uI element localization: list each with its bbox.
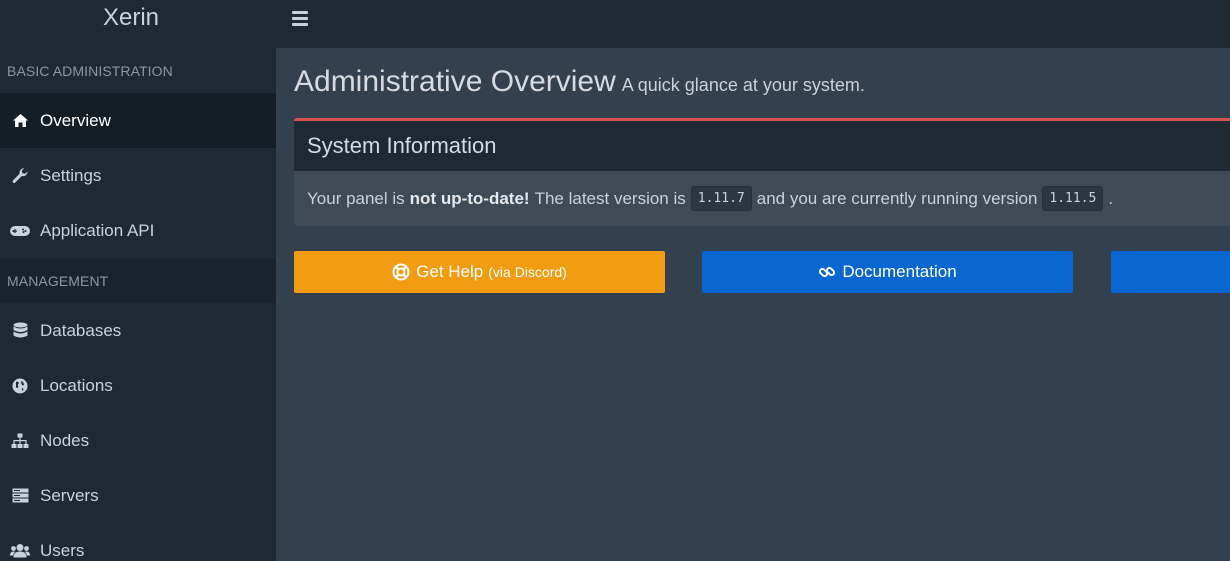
- link-icon: [818, 263, 836, 281]
- box-title: System Information: [294, 121, 1230, 171]
- sidebar-section-management: MANAGEMENT: [0, 258, 276, 303]
- page-title: Administrative Overview: [294, 65, 616, 98]
- sidebar-item-label: Nodes: [40, 430, 90, 450]
- status-text-prefix: Your panel is: [307, 188, 405, 208]
- documentation-button[interactable]: Documentation: [702, 251, 1073, 293]
- version-status-text: Your panel is not up-to-date! The latest…: [294, 171, 1230, 226]
- status-warning: not up-to-date!: [409, 188, 530, 208]
- sidebar-item-servers[interactable]: Servers: [0, 468, 276, 523]
- main-content: Administrative Overview A quick glance a…: [276, 48, 1230, 561]
- gamepad-icon: [9, 222, 31, 240]
- sidebar-item-nodes[interactable]: Nodes: [0, 413, 276, 468]
- status-text-middle: The latest version is: [534, 188, 686, 208]
- top-navbar: Xerin: [0, 0, 1230, 48]
- get-help-button[interactable]: Get Help (via Discord): [294, 251, 665, 293]
- sidebar-item-label: Servers: [40, 485, 99, 505]
- get-help-label: Get Help: [416, 262, 484, 281]
- latest-version-badge: 1.11.7: [690, 186, 752, 211]
- users-icon: [9, 542, 31, 560]
- get-help-sublabel: (via Discord): [488, 264, 567, 280]
- menu-toggle-icon[interactable]: [292, 8, 312, 28]
- sidebar-item-overview[interactable]: Overview: [0, 93, 276, 148]
- sidebar-section-basic-administration: BASIC ADMINISTRATION: [0, 48, 276, 93]
- github-button[interactable]: [1111, 251, 1230, 293]
- documentation-label: Documentation: [842, 262, 957, 281]
- sidebar: BASIC ADMINISTRATION Overview Settings A…: [0, 48, 276, 561]
- status-text-after: and you are currently running version: [756, 188, 1038, 208]
- sidebar-item-label: Users: [40, 540, 85, 560]
- sidebar-item-label: Locations: [40, 375, 113, 395]
- database-icon: [9, 322, 31, 340]
- page-header: Administrative Overview A quick glance a…: [294, 65, 865, 99]
- sidebar-item-settings[interactable]: Settings: [0, 148, 276, 203]
- status-text-end: .: [1108, 188, 1114, 208]
- wrench-icon: [9, 167, 31, 185]
- globe-icon: [9, 377, 31, 395]
- sidebar-item-application-api[interactable]: Application API: [0, 203, 276, 258]
- sidebar-item-label: Databases: [40, 320, 122, 340]
- home-icon: [9, 112, 31, 130]
- server-icon: [9, 487, 31, 505]
- sidebar-item-label: Application API: [40, 220, 155, 240]
- sidebar-item-users[interactable]: Users: [0, 523, 276, 561]
- sitemap-icon: [9, 432, 31, 450]
- current-version-badge: 1.11.5: [1042, 186, 1104, 211]
- brand-logo[interactable]: Xerin: [0, 0, 262, 48]
- life-ring-icon: [392, 263, 410, 281]
- sidebar-item-label: Overview: [40, 110, 111, 130]
- sidebar-item-locations[interactable]: Locations: [0, 358, 276, 413]
- page-subtitle: A quick glance at your system.: [621, 75, 865, 95]
- system-information-box: System Information Your panel is not up-…: [294, 118, 1230, 226]
- sidebar-item-label: Settings: [40, 165, 102, 185]
- sidebar-item-databases[interactable]: Databases: [0, 303, 276, 358]
